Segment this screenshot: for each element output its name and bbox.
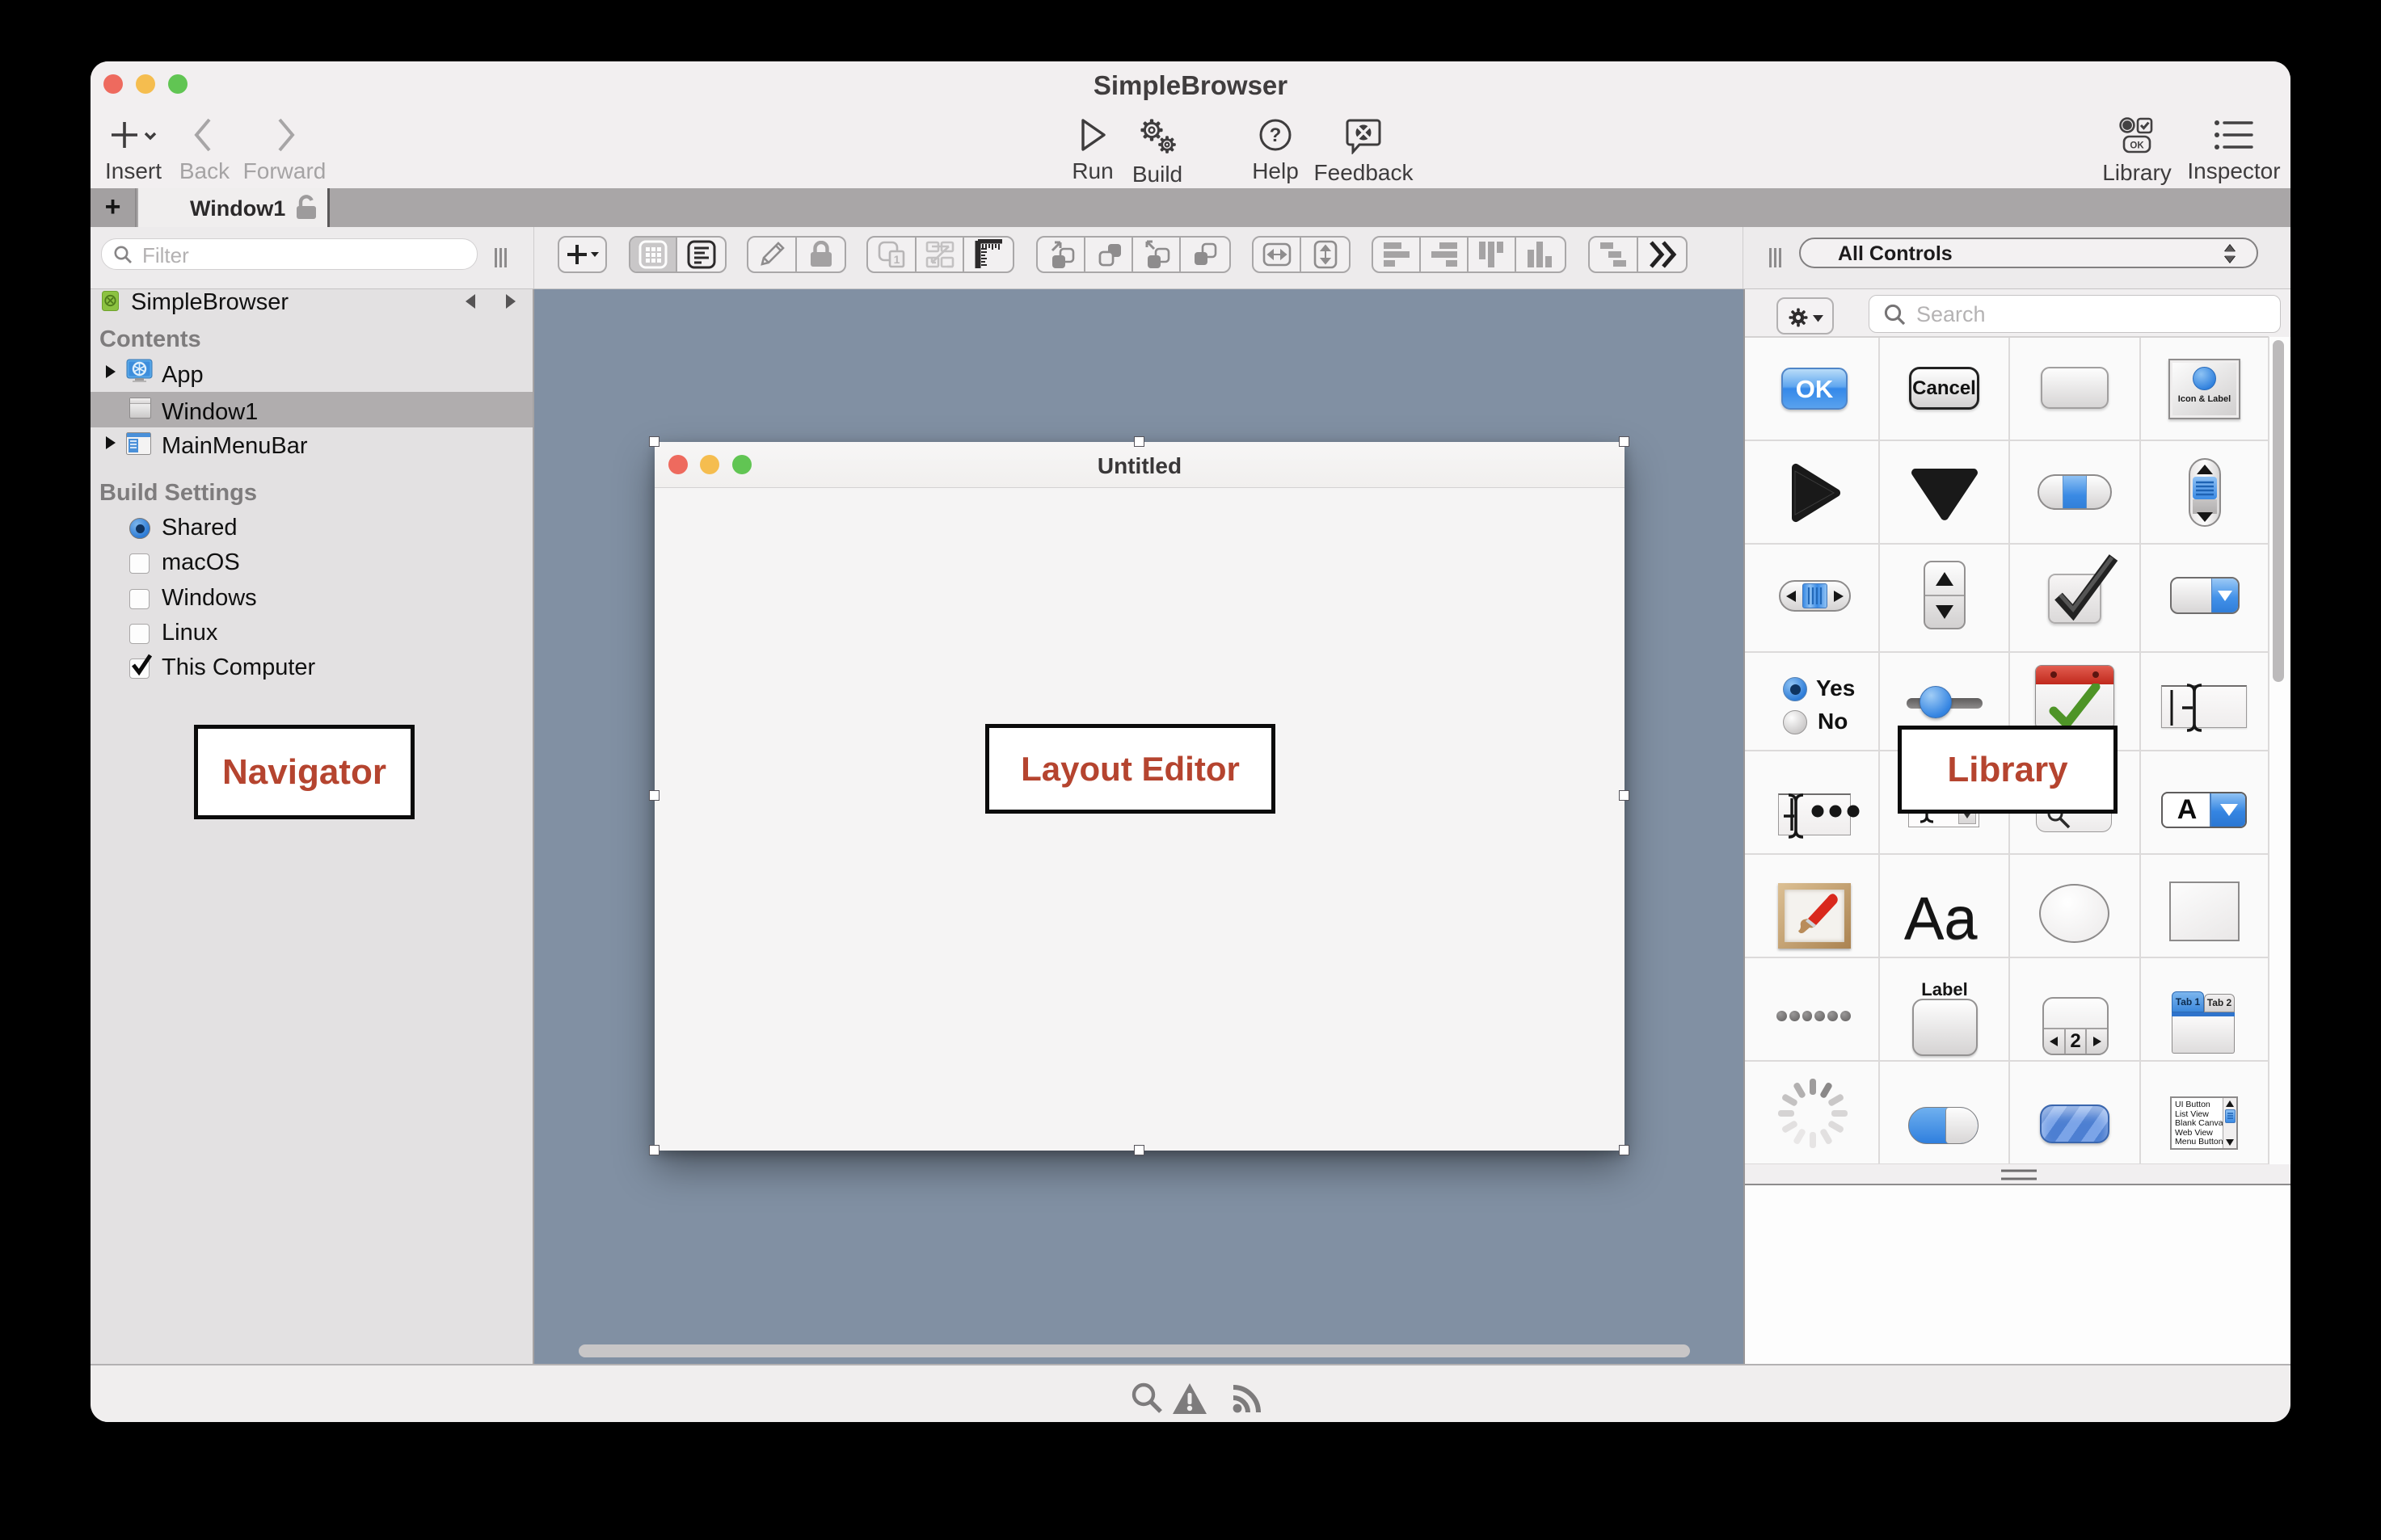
svg-text:1: 1 — [893, 253, 900, 266]
svg-text:OK: OK — [2130, 141, 2144, 151]
svg-text:?: ? — [1270, 124, 1282, 146]
